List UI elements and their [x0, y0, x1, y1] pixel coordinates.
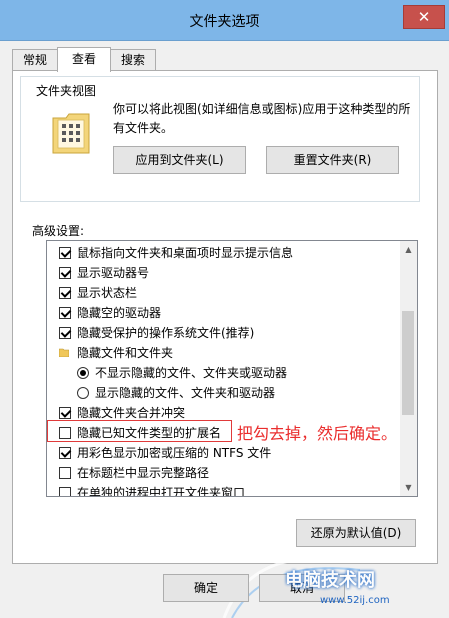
setting-label: 在标题栏中显示完整路径: [77, 466, 210, 480]
folder-icon: [59, 348, 69, 357]
tab-search[interactable]: 搜索: [110, 49, 156, 70]
checkbox-checked[interactable]: [59, 327, 71, 339]
folder-options-dialog: 文件夹选项 ✕ 常规 查看 搜索 文件夹视图 你可以将此视图(如详细信息或图标)…: [0, 0, 449, 618]
vertical-scrollbar[interactable]: ▲ ▼: [400, 241, 417, 496]
watermark-url: www.52ij.com: [320, 595, 390, 606]
annotation-highlight-box: [47, 420, 232, 442]
checkbox-checked[interactable]: [59, 307, 71, 319]
folder-views-icon: [52, 113, 90, 154]
advanced-settings-label: 高级设置:: [32, 224, 85, 238]
scroll-down-arrow-icon[interactable]: ▼: [400, 479, 417, 496]
apply-to-folders-button[interactable]: 应用到文件夹(L): [113, 146, 246, 174]
setting-label: 鼠标指向文件夹和桌面项时显示提示信息: [77, 246, 294, 260]
window-title: 文件夹选项: [189, 14, 260, 30]
tab-general[interactable]: 常规: [12, 49, 58, 70]
checkbox-checked[interactable]: [59, 247, 71, 259]
setting-label: 显示状态栏: [77, 286, 138, 300]
setting-label: 用彩色显示加密或压缩的 NTFS 文件: [77, 446, 272, 460]
reset-folders-button[interactable]: 重置文件夹(R): [266, 146, 399, 174]
radio-unselected[interactable]: [77, 387, 89, 399]
checkbox-checked[interactable]: [59, 407, 71, 419]
checkbox-checked[interactable]: [59, 447, 71, 459]
watermark-logo-text: 电脑技术网: [285, 570, 375, 591]
folder-views-title: 文件夹视图: [32, 82, 101, 99]
radio-selected[interactable]: [77, 367, 89, 379]
tab-view[interactable]: 查看: [57, 47, 111, 72]
advanced-settings-list[interactable]: 鼠标指向文件夹和桌面项时显示提示信息 显示驱动器号 显示状态栏隐藏空的驱动器隐藏受保…: [46, 240, 418, 497]
setting-label: 隐藏文件和文件夹: [77, 346, 174, 360]
scrollbar-thumb[interactable]: [402, 311, 414, 415]
setting-label: 显示驱动器号: [77, 266, 150, 280]
checkbox-checked[interactable]: [59, 267, 71, 279]
setting-label: 显示隐藏的文件、文件夹和驱动器: [95, 386, 276, 400]
scroll-up-arrow-icon[interactable]: ▲: [400, 241, 417, 258]
annotation-text: 把勾去掉，然后确定。: [237, 424, 398, 443]
setting-label: 在单独的进程中打开文件夹窗口: [77, 486, 246, 497]
ok-button[interactable]: 确定: [163, 574, 249, 602]
checkbox-unchecked[interactable]: [59, 487, 71, 496]
folder-views-description: 你可以将此视图(如详细信息或图标)应用于这种类型的所有文件夹。: [113, 102, 411, 135]
setting-label: 隐藏受保护的操作系统文件(推荐): [77, 326, 255, 340]
title-bar[interactable]: 文件夹选项 ✕: [0, 0, 449, 41]
checkbox-unchecked[interactable]: [59, 467, 71, 479]
close-button[interactable]: ✕: [403, 5, 445, 29]
checkbox-checked[interactable]: [59, 287, 71, 299]
setting-label: 隐藏空的驱动器: [77, 306, 162, 320]
setting-label: 不显示隐藏的文件、文件夹或驱动器: [95, 366, 288, 380]
